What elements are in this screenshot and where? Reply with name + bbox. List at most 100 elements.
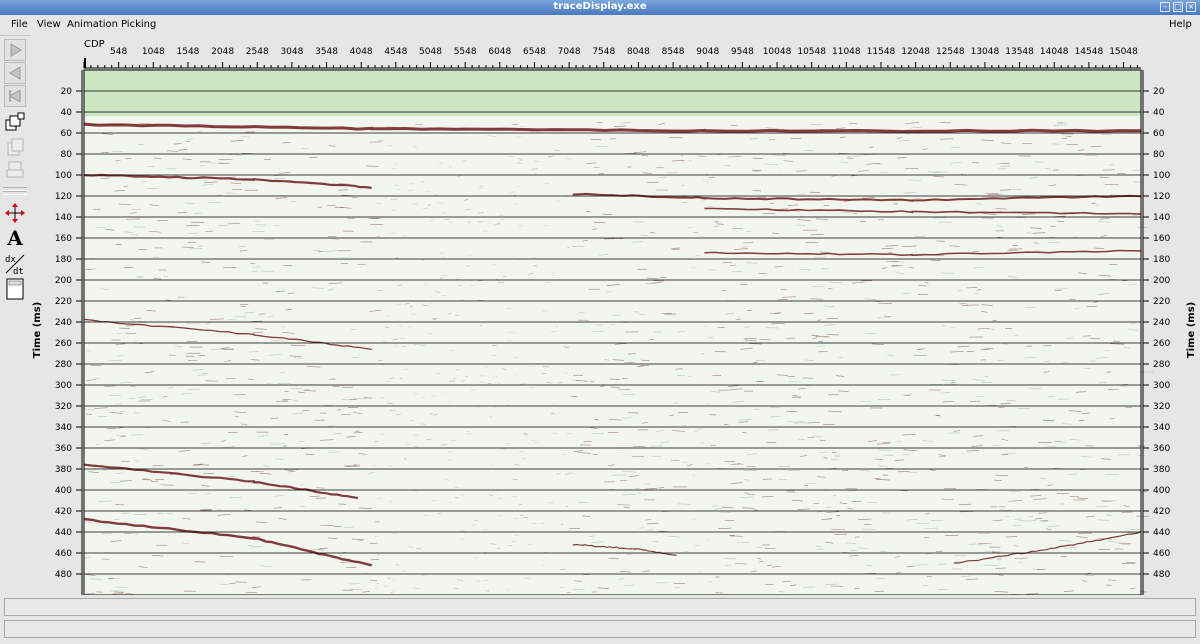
x-tick-label: 4548 — [384, 47, 407, 57]
text-annotation-icon[interactable]: A — [4, 226, 26, 250]
x-tick-label: 2048 — [211, 47, 234, 57]
toolbar-separator — [3, 191, 27, 195]
copy-icon[interactable] — [4, 136, 26, 158]
print-icon[interactable] — [4, 159, 26, 181]
y-tick-label: 60 — [61, 129, 73, 139]
menu-animation[interactable]: Animation — [67, 19, 118, 30]
y-tick-label: 260 — [55, 339, 72, 349]
menu-view[interactable]: View — [37, 19, 61, 30]
x-tick-label: 6048 — [488, 47, 511, 57]
plot-background — [84, 70, 1141, 595]
y-tick-label: 100 — [1153, 171, 1170, 181]
status-bar — [4, 598, 1196, 640]
plot-area — [83, 69, 1154, 596]
step-first-icon[interactable] — [4, 85, 26, 107]
x-tick-label: 1548 — [177, 47, 200, 57]
y-tick-label: 420 — [55, 507, 72, 517]
x-tick-label: 9048 — [696, 47, 719, 57]
menu-help[interactable]: Help — [1169, 19, 1192, 30]
zoom-pan-icon[interactable] — [4, 202, 26, 224]
y-tick-label: 60 — [1153, 129, 1165, 139]
y-tick-label: 400 — [1153, 486, 1170, 496]
play-forward-icon[interactable] — [4, 39, 26, 61]
x-tick-label: 15048 — [1109, 47, 1138, 57]
y-tick-label: 220 — [1153, 297, 1170, 307]
y-tick-label: 380 — [1153, 465, 1170, 475]
y-tick-label: 360 — [1153, 444, 1170, 454]
y-tick-label: 460 — [55, 549, 72, 559]
x-axis-label: CDP — [84, 39, 105, 50]
y-tick-label: 320 — [1153, 402, 1170, 412]
plot-panel: CDP Time (ms) Time (ms) 548 1048 1548 2048 2… — [30, 35, 1200, 596]
y-tick-label: 40 — [61, 108, 73, 118]
y-tick-label: 300 — [55, 381, 72, 391]
y-tick-label: 40 — [1153, 108, 1165, 118]
window-switch-icon[interactable] — [4, 112, 26, 134]
y-tick-label: 100 — [55, 171, 72, 181]
x-axis-ticks: 548 1048 1548 2048 2548 3048 3548 4048 4548 5048 5… — [83, 47, 1141, 69]
step-back-icon[interactable] — [4, 62, 26, 84]
y-tick-label: 480 — [1153, 570, 1170, 580]
panel-icon[interactable] — [4, 278, 26, 300]
y-tick-label: 80 — [1153, 150, 1165, 160]
y-tick-label: 140 — [1153, 213, 1170, 223]
y-axis-label-right: Time (ms) — [1186, 302, 1197, 358]
y-tick-label: 400 — [55, 486, 72, 496]
y-tick-label: 440 — [55, 528, 72, 538]
x-axis-origin-marker — [84, 58, 86, 68]
x-tick-label: 2548 — [246, 47, 269, 57]
maximize-icon[interactable]: □ — [1173, 2, 1183, 12]
x-tick-label: 7548 — [592, 47, 615, 57]
y-tick-label: 120 — [55, 192, 72, 202]
y-tick-label: 20 — [61, 87, 73, 97]
y-tick-label: 160 — [1153, 234, 1170, 244]
x-tick-label: 11548 — [867, 47, 896, 57]
x-tick-label: 13048 — [971, 47, 1000, 57]
svg-text:dx: dx — [5, 255, 16, 265]
x-tick-label: 3548 — [315, 47, 338, 57]
y-tick-label: 360 — [55, 444, 72, 454]
x-tick-label: 14548 — [1075, 47, 1104, 57]
x-tick-label: 548 — [110, 47, 127, 57]
y-tick-label: 320 — [55, 402, 72, 412]
status-field-2 — [4, 620, 1196, 638]
y-tick-label: 240 — [55, 318, 72, 328]
seismic-plot[interactable]: CDP Time (ms) Time (ms) 548 1048 1548 2048 2… — [30, 35, 1200, 596]
water-column — [84, 70, 1141, 117]
x-tick-label: 9548 — [731, 47, 754, 57]
x-tick-label: 4048 — [350, 47, 373, 57]
x-tick-label: 7048 — [558, 47, 581, 57]
x-tick-label: 13548 — [1005, 47, 1034, 57]
x-tick-label: 10548 — [797, 47, 826, 57]
y-tick-label: 200 — [1153, 276, 1170, 286]
y-tick-label: 340 — [55, 423, 72, 433]
y-tick-label: 160 — [55, 234, 72, 244]
y-tick-label: 200 — [55, 276, 72, 286]
x-tick-label: 8048 — [627, 47, 650, 57]
minimize-icon[interactable]: – — [1160, 2, 1170, 12]
y-tick-label: 280 — [1153, 360, 1170, 370]
x-tick-label: 5048 — [419, 47, 442, 57]
menu-picking[interactable]: Picking — [121, 19, 156, 30]
y-tick-label: 300 — [1153, 381, 1170, 391]
y-tick-label: 180 — [55, 255, 72, 265]
x-tick-label: 12048 — [901, 47, 930, 57]
x-tick-label: 1048 — [142, 47, 165, 57]
dx-dt-icon[interactable]: dx dt — [4, 253, 26, 276]
y-tick-label: 220 — [55, 297, 72, 307]
x-tick-label: 3048 — [280, 47, 303, 57]
x-tick-label: 12548 — [936, 47, 965, 57]
y-tick-label: 140 — [55, 213, 72, 223]
title-bar: traceDisplay.exe – □ × — [0, 0, 1200, 15]
menu-file[interactable]: File — [11, 19, 28, 30]
x-tick-label: 6548 — [523, 47, 546, 57]
y-tick-label: 340 — [1153, 423, 1170, 433]
x-tick-label: 11048 — [832, 47, 861, 57]
y-tick-label: 260 — [1153, 339, 1170, 349]
y-tick-label: 460 — [1153, 549, 1170, 559]
x-tick-label: 14048 — [1040, 47, 1069, 57]
close-icon[interactable]: × — [1186, 2, 1196, 12]
y-tick-label: 240 — [1153, 318, 1170, 328]
svg-text:dt: dt — [13, 267, 24, 276]
y-axis-label-left: Time (ms) — [32, 302, 43, 358]
